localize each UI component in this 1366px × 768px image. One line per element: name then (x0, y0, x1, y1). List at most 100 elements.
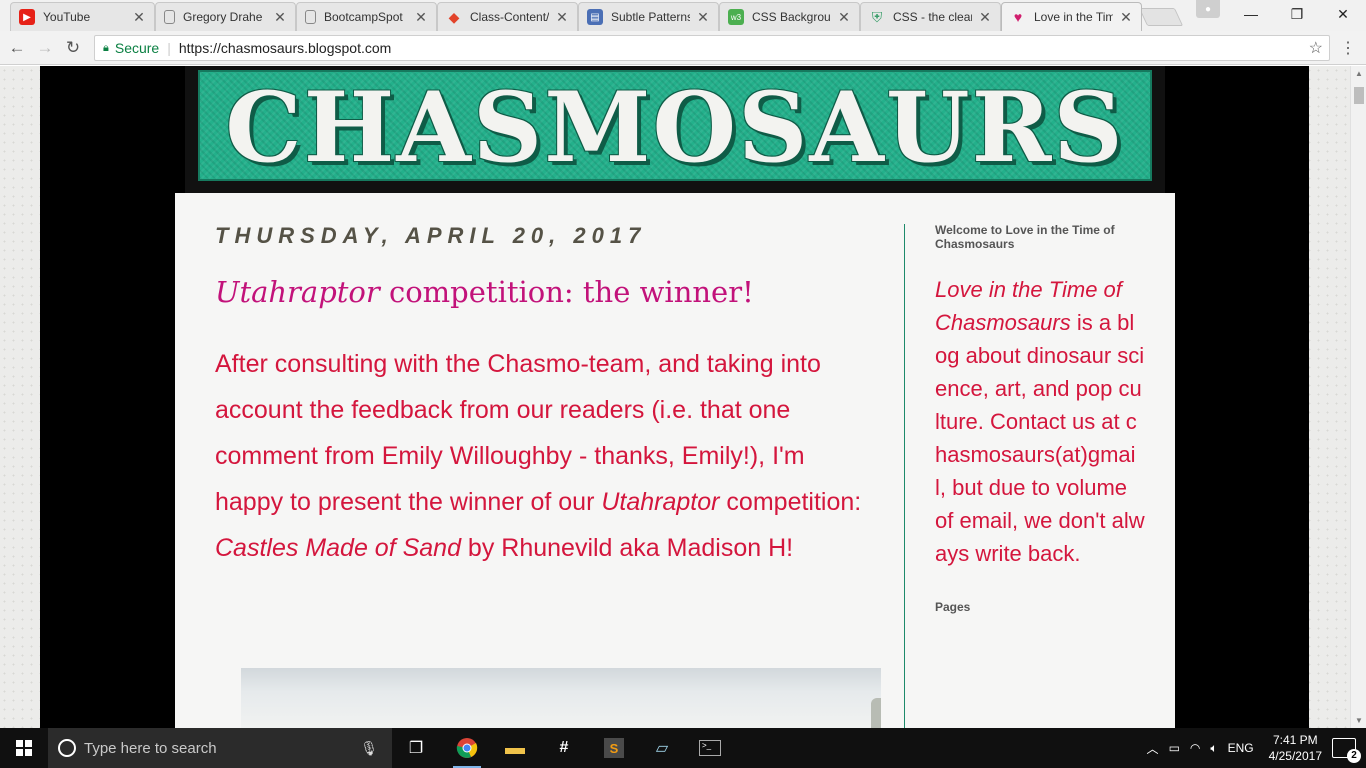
tab-youtube[interactable]: ▶ YouTube ✕ (10, 2, 155, 31)
close-window-icon[interactable]: ✕ (1320, 0, 1366, 28)
banner-title: CHASMOSAURS (225, 70, 1125, 181)
tab-strip: ▶ YouTube ✕ Gregory Drahe ✕ BootcampSpot… (0, 0, 1366, 31)
heart-icon: ♥ (1013, 9, 1023, 25)
chrome-icon[interactable] (449, 733, 485, 768)
body-text: by Rhunevild aka Madison H! (460, 534, 794, 562)
clock-time: 7:41 PM (1272, 733, 1318, 747)
task-view-icon[interactable]: ❐ (398, 733, 434, 763)
battery-icon[interactable]: ▭ (1169, 741, 1180, 755)
tab-label: CSS Backgroun (752, 10, 831, 24)
browser-toolbar: ← → ↻ 🔒︎ Secure | https://chasmosaurs.bl… (0, 31, 1366, 65)
start-button[interactable] (0, 728, 48, 768)
lock-icon: 🔒︎ (103, 41, 109, 54)
sublime-icon[interactable]: S (596, 733, 632, 763)
forward-icon[interactable]: → (34, 37, 56, 59)
language-indicator[interactable]: ENG (1228, 741, 1254, 755)
notepad-icon[interactable]: ▱ (644, 733, 680, 763)
close-icon[interactable]: ✕ (132, 9, 146, 26)
close-icon[interactable]: ✕ (273, 9, 287, 26)
welcome-heading: Welcome to Love in the Time of Chasmosau… (935, 223, 1115, 251)
bookmark-star-icon[interactable]: ☆ (1309, 38, 1323, 58)
reload-icon[interactable]: ↻ (62, 37, 84, 59)
restore-icon[interactable]: ❐ (1274, 0, 1320, 28)
scroll-down-icon[interactable]: ▼ (1355, 716, 1363, 725)
chevron-up-icon[interactable]: ︿ (1147, 740, 1159, 757)
taskbar-search[interactable]: Type here to search 🎙︎ (48, 728, 392, 768)
w3schools-icon: w3 (728, 9, 744, 25)
tab-label: Gregory Drahe (183, 10, 263, 24)
clock[interactable]: 7:41 PM 4/25/2017 (1269, 732, 1322, 764)
notification-icon[interactable]: 2 (1332, 738, 1361, 763)
close-icon[interactable]: ✕ (414, 9, 428, 26)
close-icon[interactable]: ✕ (1119, 9, 1133, 26)
web-page: CHASMOSAURS THURSDAY, APRIL 20, 2017 Uta… (0, 66, 1350, 728)
tab-css-backgrounds[interactable]: w3 CSS Backgroun ✕ (719, 2, 860, 31)
close-icon[interactable]: ✕ (696, 9, 710, 26)
tab-subtle-patterns[interactable]: ▤ Subtle Patterns ✕ (578, 2, 719, 31)
tab-label: YouTube (43, 10, 91, 24)
profile-icon[interactable]: ● (1196, 0, 1220, 18)
window-controls: — ❐ ✕ (1228, 0, 1366, 31)
notification-count: 2 (1347, 749, 1361, 763)
clock-date: 4/25/2017 (1268, 749, 1322, 763)
close-icon[interactable]: ✕ (978, 9, 992, 26)
cortana-icon (58, 739, 76, 757)
pages-heading: Pages (935, 600, 971, 614)
vertical-scrollbar[interactable]: ▲ ▼ (1350, 66, 1366, 728)
secure-label: Secure (114, 40, 160, 56)
post-title-italic: Utahraptor (215, 275, 380, 309)
subtle-patterns-icon: ▤ (587, 9, 603, 25)
tab-love-in-the-time[interactable]: ♥ Love in the Tim ✕ (1001, 2, 1142, 31)
close-icon[interactable]: ✕ (837, 9, 851, 26)
tab-label: Love in the Tim (1034, 10, 1113, 24)
post-body: After consulting with the Chasmo-team, a… (215, 341, 875, 571)
tab-bootcampspot[interactable]: BootcampSpot ✕ (296, 2, 437, 31)
post-image[interactable] (241, 668, 881, 728)
post-title-rest: competition: the winner! (379, 275, 754, 309)
css-shield-icon: ⛨ (871, 8, 883, 25)
system-tray: ︿ ▭ ◠ 🔈︎ ENG 7:41 PM 4/25/2017 2 (1142, 728, 1366, 768)
scroll-thumb[interactable] (1354, 87, 1364, 104)
taskbar: Type here to search 🎙︎ ❐ ▬ # S ▱ >_ ︿ ▭ … (0, 728, 1366, 768)
blog-banner[interactable]: CHASMOSAURS (198, 70, 1152, 181)
wifi-icon[interactable]: ◠ (1190, 741, 1200, 755)
terminal-icon[interactable]: >_ (692, 733, 728, 763)
close-icon[interactable]: ✕ (555, 9, 569, 26)
microphone-icon[interactable]: 🎙︎ (360, 740, 378, 757)
gitlab-icon: ◆ (448, 8, 460, 25)
menu-icon[interactable]: ⋮ (1338, 38, 1358, 58)
content-area: THURSDAY, APRIL 20, 2017 Utahraptor comp… (175, 193, 1175, 728)
sidebar-divider (904, 224, 905, 728)
new-tab-button[interactable] (1138, 8, 1184, 26)
sidebar: Welcome to Love in the Time of Chasmosau… (935, 223, 1145, 614)
body-text: competition: (719, 488, 862, 516)
welcome-text: Love in the Time of Chasmosaurs is a blo… (935, 273, 1145, 570)
tab-label: CSS - the clear (893, 10, 972, 24)
scroll-up-icon[interactable]: ▲ (1355, 69, 1363, 78)
post-title[interactable]: Utahraptor competition: the winner! (215, 275, 754, 309)
youtube-icon: ▶ (19, 9, 35, 25)
date-header: THURSDAY, APRIL 20, 2017 (215, 223, 647, 248)
document-icon (164, 10, 175, 24)
tab-label: Class-Content/ (470, 10, 549, 24)
windows-logo-icon (16, 740, 32, 756)
body-italic: Utahraptor (601, 488, 720, 516)
search-placeholder: Type here to search (84, 739, 217, 757)
tab-class-content[interactable]: ◆ Class-Content/ ✕ (437, 2, 578, 31)
tab-gregory[interactable]: Gregory Drahe ✕ (155, 2, 296, 31)
welcome-body: is a blog about dinosaur science, art, a… (935, 310, 1145, 566)
volume-icon[interactable]: 🔈︎ (1210, 741, 1217, 756)
back-icon[interactable]: ← (6, 37, 28, 59)
tab-label: BootcampSpot (324, 10, 403, 24)
url-text: https://chasmosaurs.blogspot.com (178, 40, 392, 56)
tab-label: Subtle Patterns (611, 10, 690, 24)
document-icon (305, 10, 316, 24)
minimize-icon[interactable]: — (1228, 0, 1274, 28)
body-italic: Castles Made of Sand (215, 534, 461, 562)
separator: | (167, 40, 171, 56)
tab-css-clear[interactable]: ⛨ CSS - the clear ✕ (860, 2, 1001, 31)
slack-icon[interactable]: # (546, 733, 582, 763)
image-detail (871, 698, 881, 728)
address-bar[interactable]: 🔒︎ Secure | https://chasmosaurs.blogspot… (94, 35, 1330, 61)
file-explorer-icon[interactable]: ▬ (497, 733, 533, 763)
